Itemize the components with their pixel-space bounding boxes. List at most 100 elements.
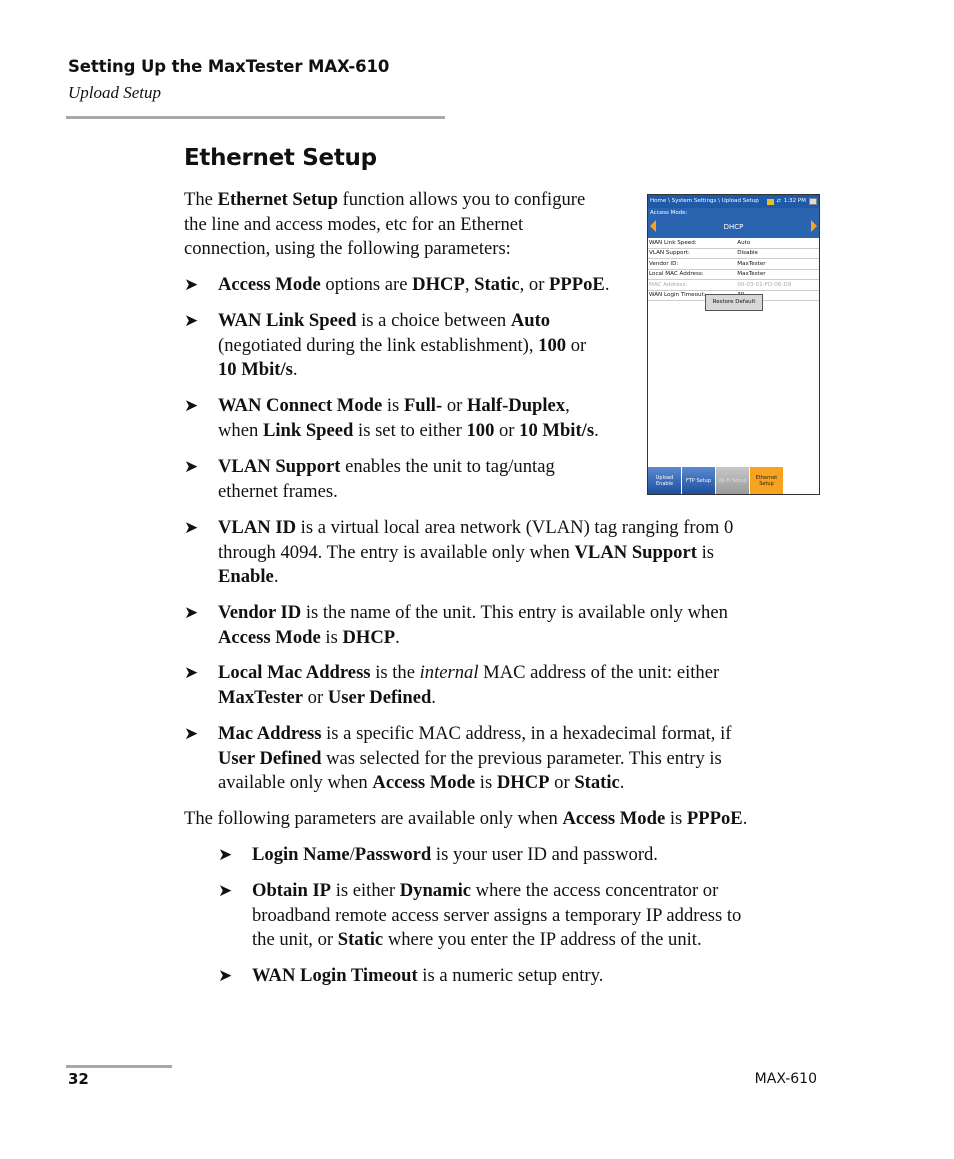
bold-term: VLAN ID (218, 517, 296, 538)
bullet-arrow-icon: ➤ (184, 603, 199, 622)
bold-term: User Defined (327, 686, 432, 708)
bullet-arrow-icon: ➤ (184, 396, 199, 415)
bold-term: Access Mode (218, 626, 321, 648)
text-run: is (696, 541, 714, 563)
text-run: enables the unit to tag/untag (340, 456, 555, 477)
device-tab: Wi-Fi Setup (716, 467, 750, 494)
list-item-line: ethernet frames. (218, 480, 338, 505)
list-item-line: User Defined was selected for the previo… (218, 747, 722, 772)
device-tab-bar: Upload Enable FTP Setup Wi-Fi Setup Etherne… (648, 467, 819, 494)
chapter-title: Setting Up the MaxTester MAX-610 (68, 57, 390, 76)
intro-line-1: The Ethernet Setup function allows you t… (184, 188, 585, 213)
bullet-arrow-icon: ➤ (184, 724, 199, 743)
bold-term: Auto (510, 310, 551, 331)
bold-term: PPPoE (549, 274, 605, 295)
setting-label: VLAN Support: (648, 248, 734, 259)
bold-term: Enable (218, 566, 274, 587)
bold-term: Local Mac Address (218, 662, 371, 683)
bullet-arrow-icon: ➤ (184, 275, 199, 294)
list-item-line: 10 Mbit/s. (218, 358, 298, 383)
intro-text: The (184, 189, 218, 210)
text-run: is the name of the unit. This entry is a… (301, 602, 728, 623)
bold-term: Vendor ID (218, 602, 302, 623)
bold-term: MaxTester (218, 686, 304, 708)
bold-term: DHCP (412, 274, 465, 295)
bold-term: Link Speed (262, 419, 354, 441)
intro-line-3: connection, using the following paramete… (184, 238, 511, 259)
bullet-arrow-icon: ➤ (184, 663, 199, 682)
settings-row[interactable]: MAC Address: 00-03-01-FD-06-D9 (648, 279, 819, 291)
settings-row[interactable]: Local MAC Address: MaxTester (648, 269, 819, 280)
text-run: is a choice between (356, 310, 511, 331)
text-run: is (665, 808, 687, 829)
setting-label: Vendor ID: (648, 258, 734, 270)
settings-row[interactable]: WAN Link Speed: Auto (648, 238, 819, 249)
settings-row[interactable]: VLAN Support: Disable (648, 248, 819, 259)
intro-text: function allows you to configure (337, 189, 586, 210)
setting-value: Auto (733, 238, 819, 249)
text-run: is a numeric setup entry. (417, 965, 604, 986)
intro-bold: Ethernet Setup (217, 189, 338, 210)
text-run: is (382, 395, 404, 416)
text-run: or (549, 772, 575, 793)
list-item-line: MaxTester or User Defined. (218, 686, 436, 711)
text-run: . (742, 808, 748, 829)
bold-term: Static (574, 772, 620, 793)
arrow-right-icon[interactable] (811, 220, 817, 232)
text-run: or (442, 395, 467, 416)
text-run: , or (519, 274, 550, 295)
text-run: the unit, or (252, 929, 338, 950)
text-run: . (273, 566, 279, 587)
text-run: . (431, 686, 436, 708)
list-item-line: WAN Login Timeout is a numeric setup ent… (252, 964, 603, 989)
restore-default-button[interactable]: Restore Default (705, 294, 763, 311)
device-screenshot: Home \ System Settings \ Upload Setup ⇄ … (647, 194, 820, 495)
text-run: , (565, 395, 570, 416)
text-run: is a virtual local area network (VLAN) t… (296, 517, 734, 538)
bold-term: DHCP (496, 772, 550, 793)
list-item-line: Vendor ID is the name of the unit. This … (218, 601, 728, 626)
bold-term: Mac Address (218, 723, 322, 744)
text-run: is the (370, 662, 420, 683)
list-item-line: Obtain IP is either Dynamic where the ac… (252, 879, 718, 904)
bullet-arrow-icon: ➤ (218, 845, 233, 864)
emphasis: internal (419, 662, 479, 683)
setting-value: MaxTester (733, 269, 819, 280)
bold-term: VLAN Support (574, 541, 697, 563)
access-mode-value: DHCP (723, 223, 744, 231)
text-run: available only when (218, 772, 373, 793)
device-tab[interactable]: Upload Enable (648, 467, 682, 494)
header-rule (66, 116, 445, 119)
bold-term: Static (337, 929, 384, 950)
list-item-line: through 4094. The entry is available onl… (218, 541, 714, 566)
footer-rule (66, 1065, 172, 1068)
bullet-arrow-icon: ➤ (184, 311, 199, 330)
bold-term: Static (474, 274, 520, 295)
bold-term: PPPoE (686, 808, 743, 829)
bullet-arrow-icon: ➤ (184, 457, 199, 476)
running-head: Setting Up the MaxTester MAX-610 Upload … (68, 57, 389, 103)
settings-table: WAN Link Speed: Auto VLAN Support: Disable V… (648, 238, 819, 301)
setting-value: Disable (733, 248, 819, 259)
list-item-line: the unit, or Static where you enter the … (252, 928, 702, 953)
bold-term: Access Mode (218, 274, 321, 295)
text-run: , (464, 274, 475, 295)
text-run: ethernet frames. (218, 480, 338, 502)
pppoe-intro: The following parameters are available o… (184, 807, 747, 832)
setting-label: MAC Address: (648, 279, 734, 291)
bold-term: WAN Login Timeout (252, 965, 418, 986)
bullet-arrow-icon: ➤ (184, 518, 199, 537)
list-item-line: Access Mode is DHCP. (218, 626, 400, 651)
text-run: when (218, 419, 263, 441)
access-mode-selector[interactable]: Access Mode: DHCP (648, 208, 819, 238)
settings-row[interactable]: Vendor ID: MaxTester (648, 258, 819, 270)
text-run: . (395, 626, 400, 648)
device-tab[interactable]: FTP Setup (682, 467, 716, 494)
text-run: is (475, 772, 497, 793)
bold-term: 100 (466, 419, 495, 441)
device-breadcrumb: Home \ System Settings \ Upload Setup (650, 198, 759, 204)
text-run: through 4094. The entry is available onl… (218, 541, 575, 563)
device-tab[interactable]: Ethernet Setup (750, 467, 784, 494)
setting-label: Local MAC Address: (648, 269, 734, 280)
close-icon (809, 198, 817, 205)
